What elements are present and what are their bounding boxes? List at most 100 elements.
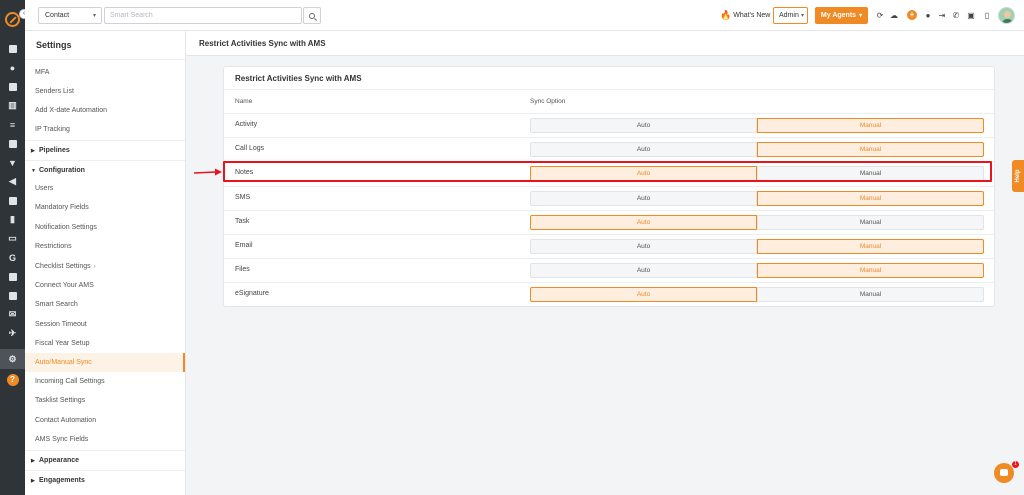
whats-new-link[interactable]: 🔥 What's New	[720, 10, 770, 21]
settings-item-tasklist-settings[interactable]: Tasklist Settings	[25, 391, 185, 410]
role-select-value: Admin	[779, 12, 799, 19]
folder-icon[interactable]: ▭	[6, 232, 19, 245]
role-select[interactable]: Admin ▾	[773, 7, 808, 24]
settings-item-xdate-automation[interactable]: Add X-date Automation	[25, 101, 185, 120]
caret-right-icon: ▶	[31, 458, 35, 464]
settings-item-ams-sync-fields[interactable]: AMS Sync Fields	[25, 430, 185, 449]
bank-icon[interactable]: ▥	[6, 99, 19, 112]
trash-icon[interactable]: ▯	[982, 10, 992, 20]
add-icon[interactable]: +	[907, 10, 917, 20]
chip-icon[interactable]: ▣	[966, 10, 976, 20]
contacts-icon[interactable]: ●	[6, 61, 19, 74]
settings-section-appearance[interactable]: ▶ Appearance	[25, 450, 185, 469]
auto-option-button[interactable]: Auto	[530, 239, 757, 254]
sync-row-task: Task Auto Manual	[224, 209, 994, 234]
cloud-icon[interactable]: ☁	[889, 10, 899, 20]
search-button[interactable]	[303, 7, 321, 24]
settings-item-checklist-settings[interactable]: Checklist Settings ›	[25, 257, 185, 276]
settings-section-pipelines[interactable]: ▶ Pipelines	[25, 140, 185, 159]
page-header: Restrict Activities Sync with AMS	[186, 31, 1024, 56]
plane-icon[interactable]: ✈	[6, 327, 19, 340]
settings-item-mandatory-fields[interactable]: Mandatory Fields	[25, 198, 185, 217]
phone-icon[interactable]: ✆	[951, 10, 961, 20]
page-title: Restrict Activities Sync with AMS	[199, 39, 326, 48]
column-header-name: Name	[235, 98, 253, 105]
list-icon[interactable]: ≡	[6, 118, 19, 131]
settings-gear-icon[interactable]: ⚙	[0, 349, 25, 369]
settings-item-connect-ams[interactable]: Connect Your AMS	[25, 276, 185, 295]
my-agents-button[interactable]: My Agents ▾	[815, 7, 868, 24]
row-name: Files	[235, 266, 250, 274]
document-icon[interactable]	[6, 194, 19, 207]
settings-item-smart-search[interactable]: Smart Search	[25, 295, 185, 314]
search-icon	[309, 12, 315, 19]
flame-icon: 🔥	[720, 10, 732, 20]
notification-bell-icon[interactable]: ●	[923, 10, 933, 20]
auto-option-button[interactable]: Auto	[530, 190, 757, 206]
settings-item-mfa[interactable]: MFA	[25, 63, 185, 82]
chevron-right-icon: ›	[93, 264, 96, 270]
calendar-icon[interactable]	[6, 270, 19, 283]
settings-item-incoming-call-settings[interactable]: Incoming Call Settings	[25, 372, 185, 391]
module-select[interactable]: Contact ▾	[38, 7, 102, 24]
auto-option-button[interactable]: Auto	[530, 214, 757, 230]
brand-logo-icon[interactable]	[5, 12, 20, 27]
megaphone-icon[interactable]: ◀	[6, 175, 19, 188]
user-avatar[interactable]	[998, 7, 1015, 24]
manual-option-button[interactable]: Manual	[757, 287, 984, 303]
mail-icon[interactable]: ✉	[6, 308, 19, 321]
refresh-icon[interactable]: ⟳	[875, 10, 885, 20]
manual-option-button[interactable]: Manual	[757, 190, 984, 206]
row-name: Call Logs	[235, 145, 265, 153]
reports-icon[interactable]: ▮	[6, 213, 19, 226]
settings-section-engagements[interactable]: ▶ Engagements	[25, 470, 185, 489]
manual-option-button[interactable]: Manual	[757, 118, 984, 133]
sync-row-files: Files Auto Manual	[224, 258, 994, 282]
google-icon[interactable]: G	[6, 251, 19, 264]
chevron-down-icon: ▾	[859, 13, 863, 19]
settings-section-configuration[interactable]: ▼ Configuration	[25, 160, 185, 179]
settings-item-senders-list[interactable]: Senders List	[25, 82, 185, 101]
smart-search-input[interactable]	[104, 7, 302, 24]
card-title: Restrict Activities Sync with AMS	[235, 74, 362, 83]
row-name: Email	[235, 242, 253, 249]
row-name: Activity	[235, 121, 258, 128]
logout-icon[interactable]: ⇥	[937, 10, 947, 20]
auto-option-button[interactable]: Auto	[530, 263, 757, 279]
settings-item-contact-automation[interactable]: Contact Automation	[25, 411, 185, 430]
image-icon[interactable]	[6, 137, 19, 150]
calculator-icon[interactable]	[6, 289, 19, 302]
manual-option-button[interactable]: Manual	[757, 214, 984, 230]
app-rail: ‹ ● ▥ ≡ ▼ ◀ ▮ ▭ G ✉ ✈ ↗ ⚙ ?	[0, 0, 29, 495]
sync-row-sms: SMS Auto Manual	[224, 185, 994, 210]
chat-unread-badge: 1	[1012, 461, 1019, 468]
settings-item-notification-settings[interactable]: Notification Settings	[25, 218, 185, 237]
filter-icon[interactable]: ▼	[6, 156, 19, 169]
settings-item-restrictions[interactable]: Restrictions	[25, 237, 185, 256]
settings-sidebar: Settings MFA Senders List Add X-date Aut…	[25, 31, 186, 495]
manual-option-button[interactable]: Manual	[757, 263, 984, 279]
my-agents-label: My Agents	[820, 12, 857, 19]
module-select-value: Contact	[45, 12, 70, 19]
auto-option-button[interactable]: Auto	[530, 142, 757, 158]
policies-icon[interactable]	[6, 80, 19, 93]
chevron-down-icon: ▾	[92, 13, 96, 19]
support-icon[interactable]: ?	[6, 373, 19, 386]
dashboard-icon[interactable]	[6, 42, 19, 55]
auto-option-button[interactable]: Auto	[530, 118, 757, 133]
sync-row-esignature: eSignature Auto Manual	[224, 282, 994, 306]
manual-option-button[interactable]: Manual	[757, 239, 984, 254]
highlight-annotation-box	[223, 161, 992, 182]
settings-item-ip-tracking[interactable]: IP Tracking	[25, 120, 185, 139]
settings-item-fiscal-year-setup[interactable]: Fiscal Year Setup	[25, 334, 185, 353]
help-tab[interactable]: Help	[1012, 160, 1024, 192]
sync-row-activity: Activity Auto Manual	[224, 113, 994, 137]
settings-item-users[interactable]: Users	[25, 179, 185, 198]
row-name: SMS	[235, 193, 251, 201]
settings-item-session-timeout[interactable]: Session Timeout	[25, 315, 185, 334]
chat-launcher-icon[interactable]	[994, 463, 1014, 483]
manual-option-button[interactable]: Manual	[757, 142, 984, 158]
auto-option-button[interactable]: Auto	[530, 287, 757, 303]
top-bar: Contact ▾ 🔥 What's New Admin ▾ My Agents…	[25, 0, 1024, 31]
settings-item-auto-manual-sync[interactable]: Auto/Manual Sync	[25, 353, 185, 372]
